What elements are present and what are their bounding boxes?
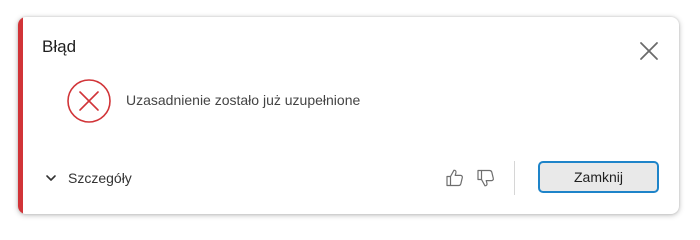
thumbs-up-icon[interactable] bbox=[444, 167, 466, 189]
close-icon[interactable] bbox=[636, 38, 662, 64]
details-label: Szczegóły bbox=[68, 170, 132, 186]
error-circle-x-icon bbox=[66, 78, 112, 124]
thumbs-down-icon[interactable] bbox=[475, 167, 497, 189]
footer-divider bbox=[514, 161, 515, 195]
dialog-title: Błąd bbox=[42, 37, 77, 56]
error-accent-bar bbox=[18, 17, 23, 214]
details-toggle[interactable]: Szczegóły bbox=[44, 167, 132, 189]
error-dialog: Błąd Uzasadnienie zostało już uzupełnion… bbox=[18, 17, 679, 214]
error-message: Uzasadnienie zostało już uzupełnione bbox=[126, 92, 361, 108]
chevron-down-icon bbox=[44, 171, 58, 185]
close-button[interactable]: Zamknij bbox=[538, 161, 659, 193]
